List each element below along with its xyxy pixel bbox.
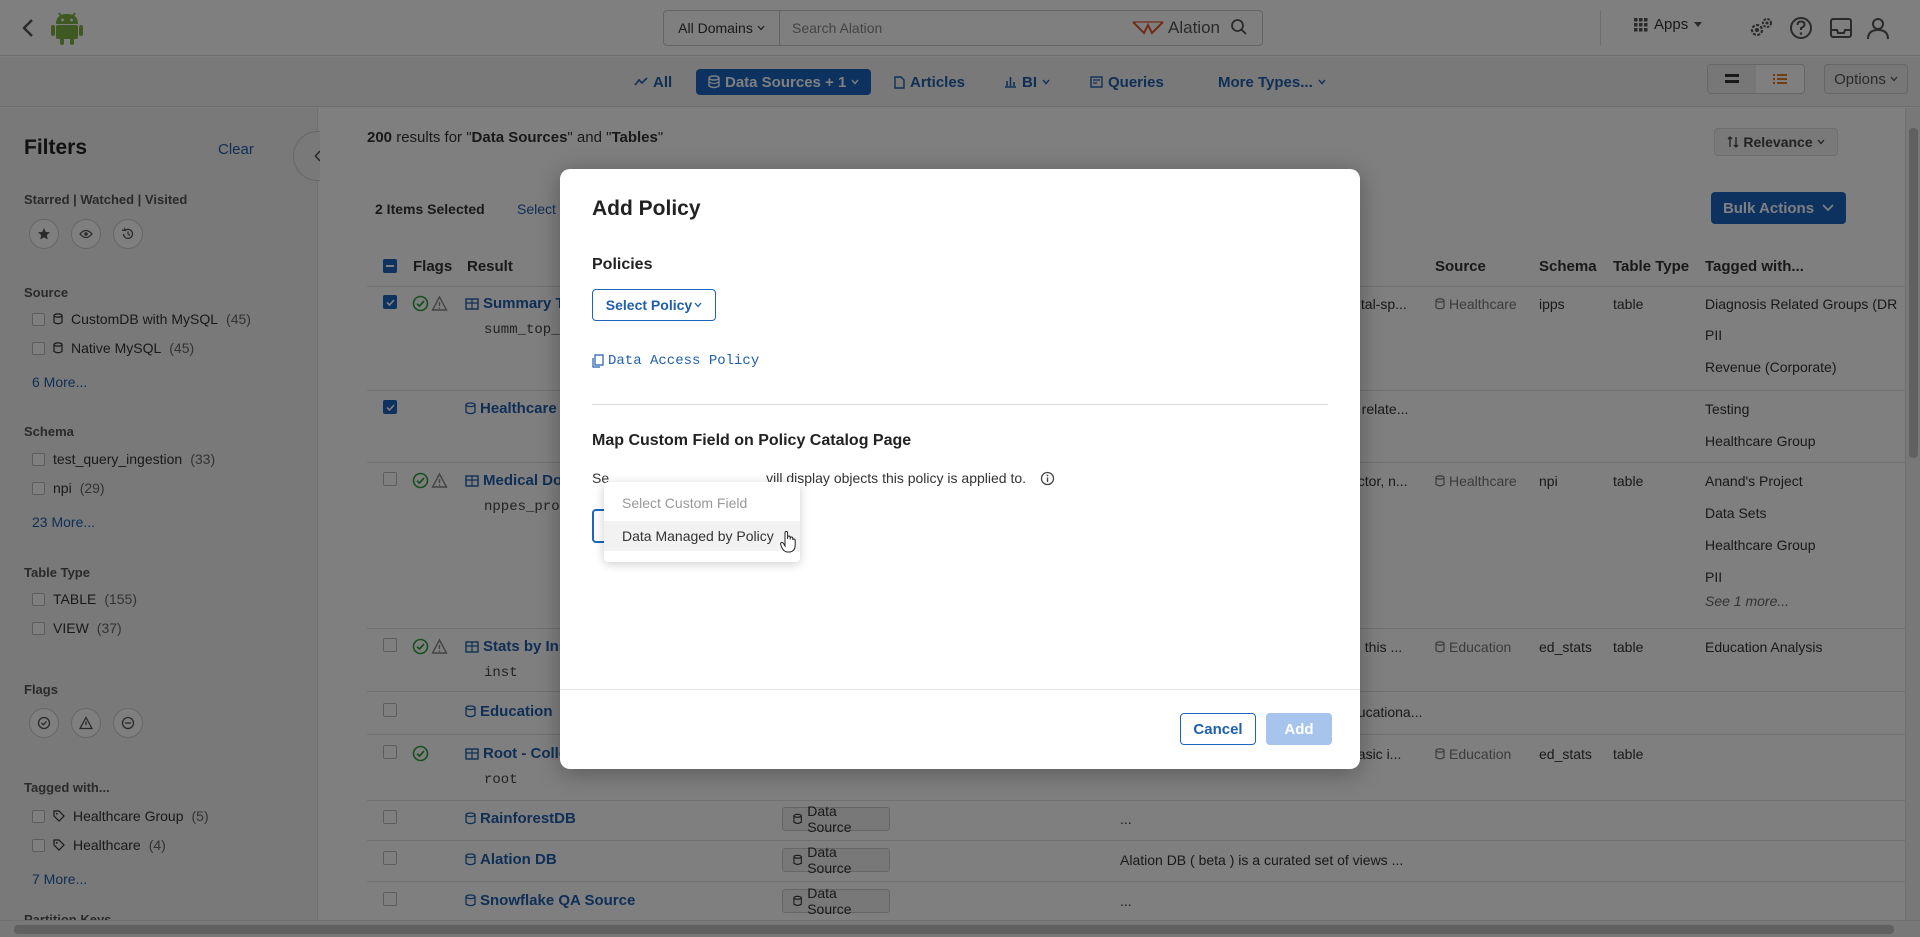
select-policy-button[interactable]: Select Policy [592, 289, 716, 321]
map-field-section-title: Map Custom Field on Policy Catalog Page [592, 432, 912, 449]
dropdown-option-data-managed[interactable]: Data Managed by Policy [604, 521, 800, 551]
policy-document-icon [592, 354, 604, 368]
add-policy-dialog: Add Policy Policies Select Policy Data A… [560, 169, 1360, 769]
dialog-divider [592, 404, 1328, 405]
cancel-button[interactable]: Cancel [1180, 713, 1256, 745]
dropdown-placeholder-option: Select Custom Field [622, 495, 748, 511]
select-policy-label: Select Policy [605, 297, 693, 313]
dialog-footer-divider [560, 689, 1360, 690]
chevron-down-icon [694, 302, 702, 308]
add-button: Add [1266, 713, 1332, 745]
custom-field-dropdown: Select Custom Field Data Managed by Poli… [604, 482, 800, 562]
dialog-title: Add Policy [592, 197, 701, 220]
data-access-policy-link[interactable]: Data Access Policy [592, 353, 759, 369]
hand-cursor-icon [780, 531, 796, 553]
policies-section-title: Policies [592, 256, 653, 273]
info-icon[interactable] [1040, 471, 1055, 486]
